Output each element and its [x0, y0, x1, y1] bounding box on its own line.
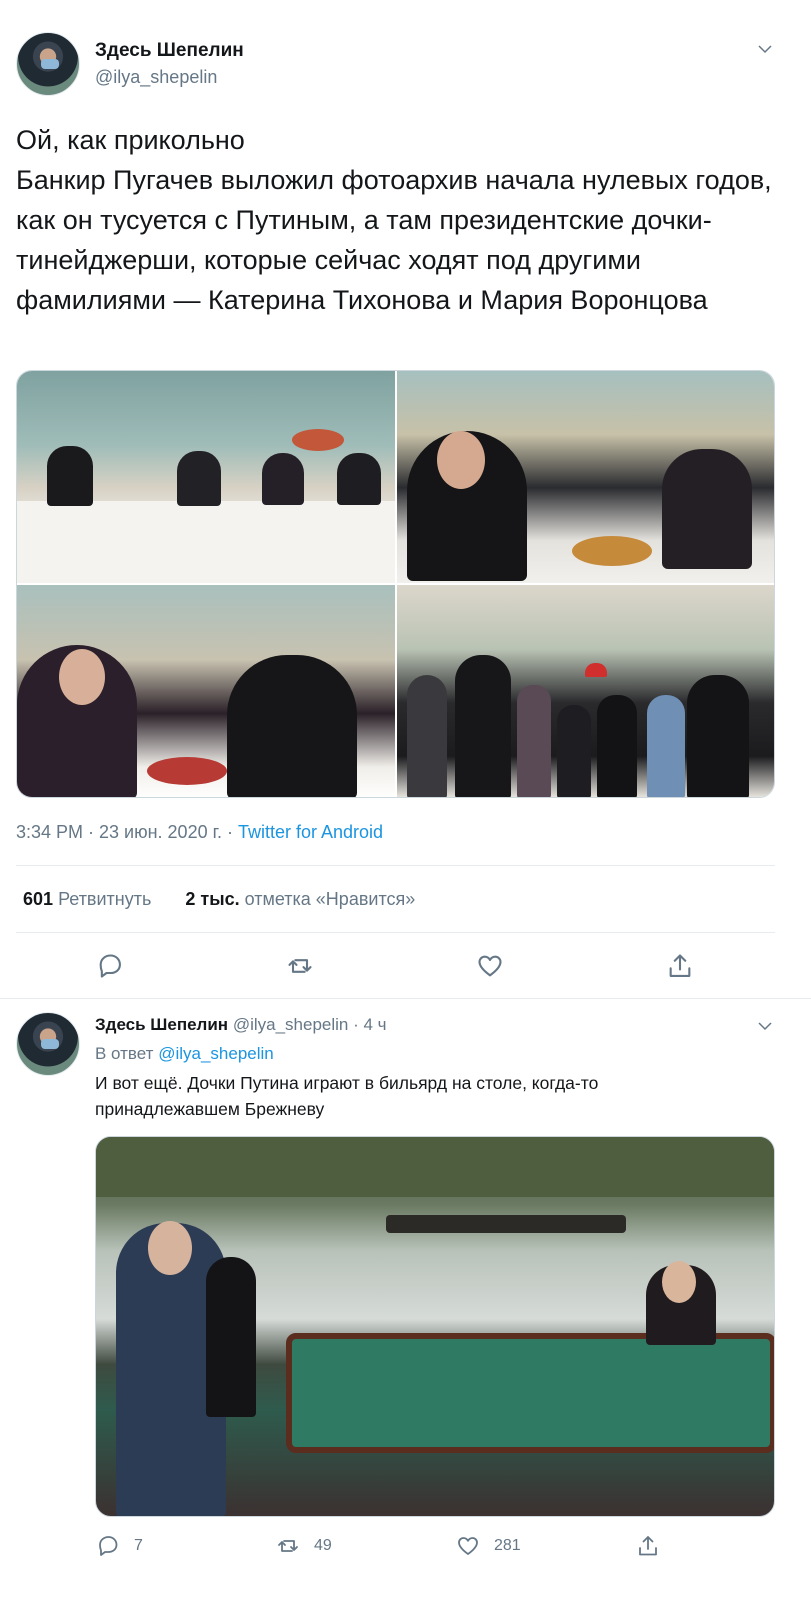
- reply-retweet-action[interactable]: 49: [276, 1534, 332, 1558]
- retweet-icon[interactable]: [276, 1534, 300, 1558]
- photo-detail-person: [227, 655, 357, 797]
- photo-detail-lamp: [386, 1215, 626, 1233]
- tweet-text: Ой, как прикольно Банкир Пугачев выложил…: [16, 125, 772, 315]
- media-grid[interactable]: [16, 370, 775, 798]
- likes-label[interactable]: отметка «Нравится»: [245, 889, 416, 909]
- reply-author-avatar[interactable]: [16, 1012, 80, 1076]
- likes-count[interactable]: 2 тыс.: [185, 889, 239, 909]
- photo-detail-face: [662, 1261, 696, 1303]
- photo-detail-curtain: [96, 1137, 774, 1197]
- author-handle[interactable]: @ilya_shepelin: [95, 67, 217, 88]
- avatar-mask-detail: [41, 59, 59, 69]
- share-icon[interactable]: [666, 952, 694, 980]
- photo-billiard-room[interactable]: [95, 1136, 775, 1517]
- photo-detail-person: [597, 695, 637, 797]
- avatar-mask-detail: [41, 1039, 59, 1049]
- in-reply-prefix: В ответ: [95, 1044, 154, 1063]
- photo-detail-person: [647, 695, 685, 797]
- photo-detail-face: [59, 649, 105, 705]
- photo-detail-fruit-bowl: [147, 757, 227, 785]
- reply-header: Здесь Шепелин @ilya_shepelin · 4 ч: [95, 1015, 387, 1035]
- divider: [0, 998, 811, 999]
- reply-icon[interactable]: [96, 952, 124, 980]
- author-name[interactable]: Здесь Шепелин: [95, 40, 244, 62]
- divider: [16, 865, 775, 866]
- photo-detail-person: [47, 446, 93, 506]
- photo-detail-person: [517, 685, 551, 797]
- photo-detail-tablecloth: [17, 501, 395, 583]
- like-icon[interactable]: [476, 952, 504, 980]
- photo-two-teens-talking[interactable]: [17, 585, 395, 797]
- photo-detail-person: [455, 655, 511, 797]
- reply-text: И вот ещё. Дочки Путина играют в бильярд…: [95, 1073, 599, 1119]
- photo-detail-fruit-bowl: [292, 429, 344, 451]
- retweet-icon[interactable]: [286, 952, 314, 980]
- share-icon[interactable]: [636, 1534, 660, 1558]
- photo-detail-person: [177, 451, 221, 506]
- photo-detail-person: [687, 675, 749, 797]
- photo-detail-person: [557, 705, 591, 797]
- reply-time[interactable]: · 4 ч: [353, 1015, 386, 1034]
- tweet-stats: 601 Ретвитнуть 2 тыс. отметка «Нравится»: [23, 889, 415, 910]
- photo-detail-face: [148, 1221, 192, 1275]
- reply-share-action[interactable]: [636, 1534, 674, 1558]
- photo-dinner-table-2[interactable]: [397, 371, 774, 583]
- retweet-count: 49: [314, 1537, 332, 1554]
- photo-detail-person: [337, 453, 381, 505]
- in-reply-to: В ответ @ilya_shepelin: [95, 1044, 274, 1064]
- reply-reply-action[interactable]: 7: [96, 1534, 143, 1558]
- photo-detail-billiard-table: [286, 1333, 774, 1453]
- photo-detail-fruit-bowl: [572, 536, 652, 566]
- photo-detail-santa-hat: [585, 663, 607, 677]
- photo-detail-person: [662, 449, 752, 569]
- retweets-count[interactable]: 601: [23, 889, 53, 909]
- chevron-down-icon[interactable]: [756, 1017, 774, 1035]
- like-count: 281: [494, 1537, 521, 1554]
- like-icon[interactable]: [456, 1534, 480, 1558]
- reply-count: 7: [134, 1537, 143, 1554]
- in-reply-mention[interactable]: @ilya_shepelin: [158, 1044, 274, 1063]
- tweet-timestamp[interactable]: 3:34 PM · 23 июн. 2020 г. ·: [16, 822, 238, 842]
- tweet-meta: 3:34 PM · 23 июн. 2020 г. · Twitter for …: [16, 822, 383, 843]
- photo-dinner-table-1[interactable]: [17, 371, 395, 583]
- chevron-down-icon[interactable]: [756, 40, 774, 58]
- retweets-label[interactable]: Ретвитнуть: [58, 889, 151, 909]
- divider: [16, 932, 775, 933]
- author-avatar[interactable]: [16, 32, 80, 96]
- reply-icon[interactable]: [96, 1534, 120, 1558]
- photo-detail-person: [206, 1257, 256, 1417]
- reply-author-handle[interactable]: @ilya_shepelin: [233, 1015, 349, 1034]
- photo-detail-person: [262, 453, 304, 505]
- photo-group-portrait[interactable]: [397, 585, 774, 797]
- reply-like-action[interactable]: 281: [456, 1534, 521, 1558]
- tweet-source-link[interactable]: Twitter for Android: [238, 822, 383, 842]
- photo-detail-face: [437, 431, 485, 489]
- reply-author-name[interactable]: Здесь Шепелин: [95, 1015, 228, 1034]
- photo-detail-person: [407, 675, 447, 797]
